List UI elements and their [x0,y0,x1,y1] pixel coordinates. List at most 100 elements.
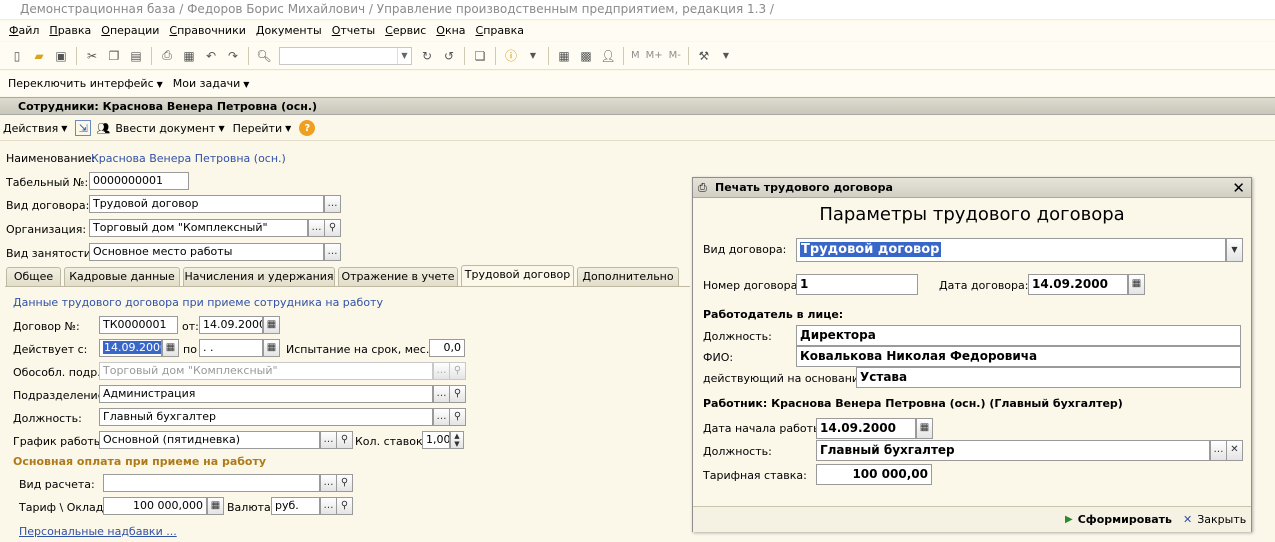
copy-icon[interactable]: ❐ [105,47,123,65]
tab-general[interactable]: Общее [6,267,61,286]
goto-button[interactable]: Перейти ▼ [233,122,292,135]
menu-help[interactable]: Справка [471,21,529,41]
search-icon[interactable]: ⚲ [336,474,353,492]
info-icon[interactable]: ⓘ [502,47,520,65]
cut-icon[interactable]: ✂ [83,47,101,65]
calendar-icon[interactable]: ▦ [1128,274,1145,295]
select-button[interactable]: … [308,219,325,237]
tools-icon[interactable]: ⚒ [695,47,713,65]
switch-interface-button[interactable]: Переключить интерфейс ▼ [8,77,163,90]
menu-windows[interactable]: Окна [431,21,470,41]
memory-plus-button[interactable]: M+ [646,50,663,61]
tab-accounting[interactable]: Отражение в учете [338,267,458,286]
calendar-icon[interactable]: ▩ [577,47,595,65]
subdivision-field[interactable]: Торговый дом "Комплексный" [99,362,433,380]
calendar-icon[interactable]: ▦ [263,339,280,357]
memory-button[interactable]: M [631,50,640,61]
find-next-icon[interactable]: ↻ [418,47,436,65]
paste-icon[interactable]: ▤ [127,47,145,65]
open-folder-icon[interactable]: ▰ [30,47,48,65]
clear-icon[interactable]: ✕ [1226,440,1243,461]
dlg-fio-field[interactable]: Ковалькова Николая Федоровича [796,346,1241,367]
spin-icon[interactable]: ▲ ▼ [450,431,464,449]
generate-button[interactable]: ▶ Сформировать [1065,513,1172,526]
chevron-down-icon[interactable]: ▼ [524,47,542,65]
calendar-icon[interactable]: ▦ [162,339,179,357]
select-button[interactable]: … [320,431,337,449]
tab-accruals[interactable]: Начисления и удержания [183,267,335,286]
toolbar-search-input[interactable]: ▼ [279,46,412,65]
currency-field[interactable]: руб. [271,497,320,515]
dlg-employer-position-field[interactable]: Директора [796,325,1241,346]
search-icon[interactable]: 🔍︎ [255,47,273,65]
dialog-close-button[interactable]: ✕ Закрыть [1183,513,1246,526]
select-button[interactable]: … [433,362,450,380]
redo-icon[interactable]: ↷ [224,47,242,65]
tariff-field[interactable]: 100 000,000 [103,497,207,515]
search-icon[interactable]: ⚲ [336,497,353,515]
actions-button[interactable]: Действия ▼ [3,122,67,135]
print-icon[interactable]: ⎙ [158,47,176,65]
contract-type-field[interactable]: Трудовой договор [89,195,324,213]
tab-employment-contract[interactable]: Трудовой договор [461,265,574,286]
new-document-icon[interactable]: ▯ [8,47,26,65]
dlg-number-field[interactable]: 1 [796,274,918,295]
menu-file[interactable]: Файл [4,21,44,41]
calculator-icon[interactable]: ▦ [207,497,224,515]
dlg-rate-field[interactable]: 100 000,00 [816,464,932,485]
enter-document-button[interactable]: 👥︎ Ввести документ ▼ [95,120,224,136]
help-icon[interactable]: ? [299,120,316,136]
menu-reports[interactable]: Отчеты [327,21,380,41]
position-field[interactable]: Главный бухгалтер [99,408,433,426]
name-value[interactable]: Краснова Венера Петровна (осн.) [91,152,286,165]
contract-number-field[interactable]: ТК0000001 [99,316,178,334]
close-icon[interactable]: ✕ [1232,179,1245,197]
select-button[interactable]: … [324,243,341,261]
valid-to-field[interactable]: . . [199,339,263,357]
employment-field[interactable]: Основное место работы [89,243,324,261]
trial-period-field[interactable]: 0,0 [429,339,465,357]
undo-icon[interactable]: ↶ [202,47,220,65]
dlg-contract-type-field[interactable]: Трудовой договор [796,238,1226,262]
menu-catalogs[interactable]: Справочники [164,21,250,41]
menu-documents[interactable]: Документы [251,21,327,41]
personal-bonuses-link[interactable]: Персональные надбавки ... [19,525,177,538]
chevron-down-icon[interactable]: ▼ [717,47,735,65]
calendar-icon[interactable]: ▦ [263,316,280,334]
tab-no-field[interactable]: 0000000001 [89,172,189,190]
search-icon[interactable]: ⚲ [449,362,466,380]
save-icon[interactable]: ▣ [52,47,70,65]
find-prev-icon[interactable]: ↺ [440,47,458,65]
dlg-date-field[interactable]: 14.09.2000 [1028,274,1128,295]
search-icon[interactable]: ⚲ [449,408,466,426]
organization-field[interactable]: Торговый дом "Комплексный" [89,219,308,237]
preview-icon[interactable]: ▦ [180,47,198,65]
dlg-worker-position-field[interactable]: Главный бухгалтер [816,440,1210,461]
search-icon[interactable]: ⚲ [449,385,466,403]
calculator-icon[interactable]: ▦ [555,47,573,65]
select-button[interactable]: … [1210,440,1227,461]
search-icon[interactable]: ⚲ [336,431,353,449]
calc-type-field[interactable] [103,474,320,492]
department-field[interactable]: Администрация [99,385,433,403]
windows-icon[interactable]: ❏ [471,47,489,65]
select-button[interactable]: … [433,408,450,426]
schedule-field[interactable]: Основной (пятидневка) [99,431,320,449]
select-button[interactable]: … [324,195,341,213]
calendar-icon[interactable]: ▦ [916,418,933,439]
select-button[interactable]: … [320,497,337,515]
select-button[interactable]: … [433,385,450,403]
tab-additional[interactable]: Дополнительно [577,267,679,286]
save-close-icon[interactable]: ⇲ [75,120,92,136]
rates-count-field[interactable]: 1,00 [422,431,450,449]
search-icon[interactable]: ⚲ [324,219,341,237]
chevron-down-icon[interactable]: ▼ [1226,238,1243,262]
menu-operations[interactable]: Операции [96,21,164,41]
tab-hr-data[interactable]: Кадровые данные [64,267,180,286]
menu-edit[interactable]: Правка [44,21,96,41]
chevron-down-icon[interactable]: ▼ [397,47,411,64]
dlg-start-date-field[interactable]: 14.09.2000 [816,418,916,439]
users-icon[interactable]: 👤︎ [599,47,617,65]
memory-minus-button[interactable]: M- [669,50,681,61]
menu-service[interactable]: Сервис [380,21,431,41]
